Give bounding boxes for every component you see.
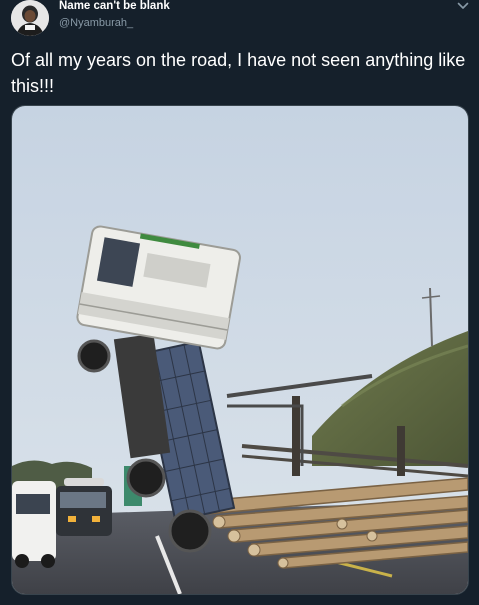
truck-accident-photo (12, 106, 468, 594)
tweet-photo[interactable] (11, 105, 469, 595)
avatar-image (11, 0, 49, 36)
author-name[interactable]: Name can't be blank (59, 0, 170, 12)
author-handle[interactable]: @Nyamburah_ (59, 17, 133, 29)
tweet-text: Of all my years on the road, I have not … (11, 50, 466, 96)
chevron-down-icon[interactable] (456, 0, 470, 12)
tweet: Name can't be blank @Nyamburah_ Of all m… (0, 0, 479, 605)
avatar[interactable] (11, 0, 49, 36)
